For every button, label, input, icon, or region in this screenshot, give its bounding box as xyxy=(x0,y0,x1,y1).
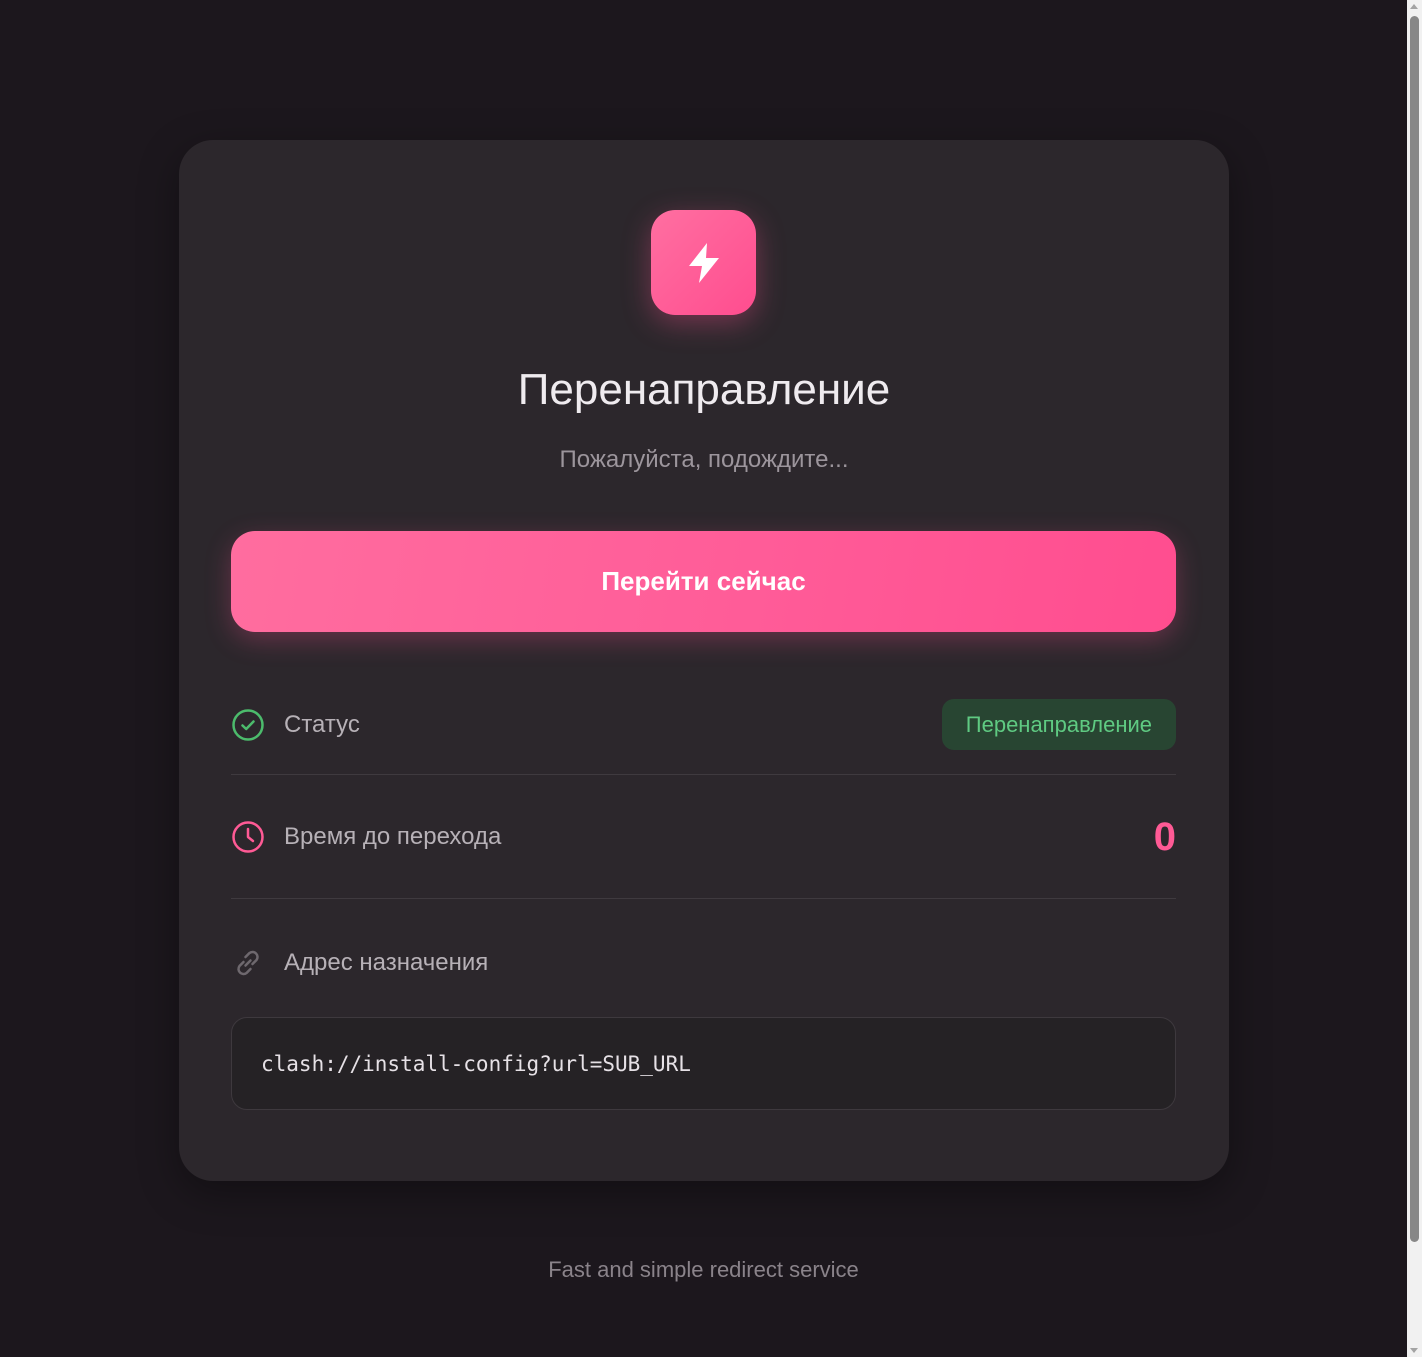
status-badge: Перенаправление xyxy=(941,699,1176,750)
destination-row: Адрес назначения xyxy=(231,946,1176,980)
scrollbar-thumb[interactable] xyxy=(1410,16,1419,1242)
page-subtitle: Пожалуйста, подождите... xyxy=(559,446,849,473)
footer-text: Fast and simple redirect service xyxy=(548,1257,859,1282)
link-icon xyxy=(231,946,265,980)
check-circle-icon xyxy=(231,708,265,742)
lightning-icon xyxy=(651,210,756,315)
status-row: Статус Перенаправление xyxy=(231,699,1176,750)
status-label: Статус xyxy=(284,711,360,738)
scroll-down-icon[interactable] xyxy=(1410,1348,1418,1353)
redirect-card: Перенаправление Пожалуйста, подождите...… xyxy=(179,140,1229,1181)
divider xyxy=(231,898,1176,899)
scroll-up-icon[interactable] xyxy=(1410,4,1418,9)
divider xyxy=(231,774,1176,775)
destination-label: Адрес назначения xyxy=(284,949,489,976)
clock-icon xyxy=(231,820,265,854)
destination-url-box[interactable]: clash://install-config?url=SUB_URL xyxy=(231,1017,1176,1110)
countdown-row: Время до перехода 0 xyxy=(231,815,1176,859)
countdown-label: Время до перехода xyxy=(284,823,502,850)
countdown-value: 0 xyxy=(1153,815,1176,859)
vertical-scrollbar[interactable] xyxy=(1407,0,1422,1357)
page-title: Перенаправление xyxy=(517,365,891,414)
go-now-button[interactable]: Перейти сейчас xyxy=(231,531,1176,632)
destination-url[interactable]: clash://install-config?url=SUB_URL xyxy=(261,1052,691,1076)
page-viewport: Перенаправление Пожалуйста, подождите...… xyxy=(0,0,1407,1357)
